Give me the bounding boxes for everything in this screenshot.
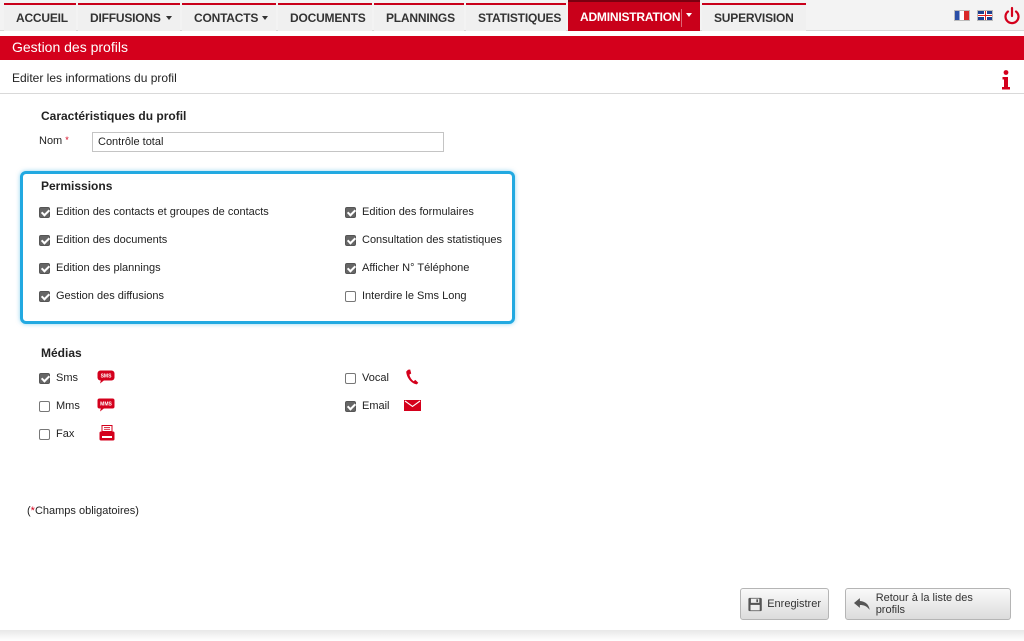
medias-section-title: Médias xyxy=(41,346,82,360)
checkbox[interactable] xyxy=(345,206,356,218)
profile-section-title: Caractéristiques du profil xyxy=(41,109,187,123)
media-mms[interactable]: Mms xyxy=(39,400,80,412)
save-button-label: Enregistrer xyxy=(767,598,821,610)
tab-label: DIFFUSIONS xyxy=(90,11,161,25)
back-button-label: Retour à la liste des profils xyxy=(875,592,973,616)
checkbox-label: Email xyxy=(362,400,390,412)
note-text: Champs obligatoires) xyxy=(34,505,139,517)
checkbox-label: Vocal xyxy=(362,372,389,384)
permission-edit-forms[interactable]: Edition des formulaires xyxy=(345,206,474,218)
tab-documents[interactable]: DOCUMENTS xyxy=(278,3,372,31)
back-to-list-button[interactable]: Retour à la liste des profils xyxy=(845,588,1011,620)
tab-divider xyxy=(681,9,682,27)
tab-administration[interactable]: ADMINISTRATION xyxy=(568,0,700,31)
page-title: Gestion des profils xyxy=(0,36,1024,60)
tab-plannings[interactable]: PLANNINGS xyxy=(374,3,464,31)
svg-text:MMS: MMS xyxy=(100,402,112,408)
tab-label: CONTACTS xyxy=(194,11,259,25)
save-button[interactable]: Enregistrer xyxy=(740,588,829,620)
checkbox[interactable] xyxy=(39,262,50,274)
tab-statistiques[interactable]: STATISTIQUES xyxy=(466,3,566,31)
tab-supervision[interactable]: SUPERVISION xyxy=(702,3,806,31)
checkbox[interactable] xyxy=(345,400,356,412)
tab-diffusions[interactable]: DIFFUSIONS xyxy=(78,3,180,31)
tab-label: SUPERVISION xyxy=(714,11,794,25)
form-header: Editer les informations du profil xyxy=(0,60,1024,94)
tab-label: PLANNINGS xyxy=(386,11,455,25)
checkbox[interactable] xyxy=(345,234,356,246)
permission-show-phone[interactable]: Afficher N° Téléphone xyxy=(345,262,469,274)
permission-view-statistics[interactable]: Consultation des statistiques xyxy=(345,234,502,246)
required-fields-note: (*Champs obligatoires) xyxy=(27,505,139,517)
tab-label: ADMINISTRATION xyxy=(580,9,681,24)
tab-label: DOCUMENTS xyxy=(290,11,366,25)
mms-icon: MMS xyxy=(97,398,115,412)
checkbox-label: Interdire le Sms Long xyxy=(362,290,467,302)
tab-contacts[interactable]: CONTACTS xyxy=(182,3,276,31)
permission-edit-plannings[interactable]: Edition des plannings xyxy=(39,262,161,274)
checkbox-label: Edition des documents xyxy=(56,234,168,246)
profile-name-input[interactable] xyxy=(92,132,444,152)
permissions-section-title: Permissions xyxy=(41,179,113,193)
media-sms[interactable]: Sms xyxy=(39,372,78,384)
checkbox-label: Consultation des statistiques xyxy=(362,234,503,246)
floppy-disk-icon xyxy=(748,597,762,611)
name-label-text: Nom xyxy=(39,135,63,147)
media-fax[interactable]: Fax xyxy=(39,428,74,440)
checkbox-label: Edition des contacts et groupes de conta… xyxy=(56,206,269,218)
checkbox[interactable] xyxy=(345,262,356,274)
sms-icon: SMS xyxy=(97,370,115,384)
tab-label: ACCUEIL xyxy=(16,11,68,25)
checkbox[interactable] xyxy=(345,290,356,302)
fax-icon xyxy=(99,425,115,441)
media-email[interactable]: Email xyxy=(345,400,390,412)
required-marker: * xyxy=(65,135,69,145)
checkbox-label: Edition des formulaires xyxy=(362,206,474,218)
top-navigation: ACCUEIL DIFFUSIONS CONTACTS DOCUMENTS PL… xyxy=(0,0,1024,31)
tab-label: STATISTIQUES xyxy=(478,11,562,25)
svg-text:SMS: SMS xyxy=(101,374,113,380)
permission-edit-contacts[interactable]: Edition des contacts et groupes de conta… xyxy=(39,206,269,218)
checkbox[interactable] xyxy=(345,372,356,384)
checkbox[interactable] xyxy=(39,400,50,412)
media-vocal[interactable]: Vocal xyxy=(345,372,389,384)
checkbox[interactable] xyxy=(39,372,50,384)
phone-icon xyxy=(406,369,419,385)
checkbox-label: Afficher N° Téléphone xyxy=(362,262,470,274)
permission-forbid-long-sms[interactable]: Interdire le Sms Long xyxy=(345,290,467,302)
page-bottom-shadow xyxy=(0,630,1024,641)
uk-flag-icon[interactable] xyxy=(977,10,993,21)
permission-manage-diffusions[interactable]: Gestion des diffusions xyxy=(39,290,164,302)
checkbox-label: Gestion des diffusions xyxy=(56,290,165,302)
envelope-icon xyxy=(404,400,421,411)
french-flag-icon[interactable] xyxy=(954,10,970,21)
checkbox[interactable] xyxy=(39,206,50,218)
caret-down-icon[interactable] xyxy=(686,13,692,17)
name-label: Nom * xyxy=(39,135,69,147)
checkbox-label: Fax xyxy=(56,428,75,440)
checkbox-label: Sms xyxy=(56,372,78,384)
caret-down-icon[interactable] xyxy=(262,16,268,20)
checkbox-label: Edition des plannings xyxy=(56,262,161,274)
caret-down-icon[interactable] xyxy=(166,16,172,20)
info-icon[interactable] xyxy=(1000,69,1012,91)
power-icon[interactable] xyxy=(1003,6,1021,26)
tab-accueil[interactable]: ACCUEIL xyxy=(4,3,76,31)
checkbox[interactable] xyxy=(39,428,50,440)
form-title: Editer les informations du profil xyxy=(12,71,177,85)
checkbox[interactable] xyxy=(39,234,50,246)
checkbox[interactable] xyxy=(39,290,50,302)
permission-edit-documents[interactable]: Edition des documents xyxy=(39,234,167,246)
checkbox-label: Mms xyxy=(56,400,80,412)
back-arrow-icon xyxy=(853,598,870,610)
